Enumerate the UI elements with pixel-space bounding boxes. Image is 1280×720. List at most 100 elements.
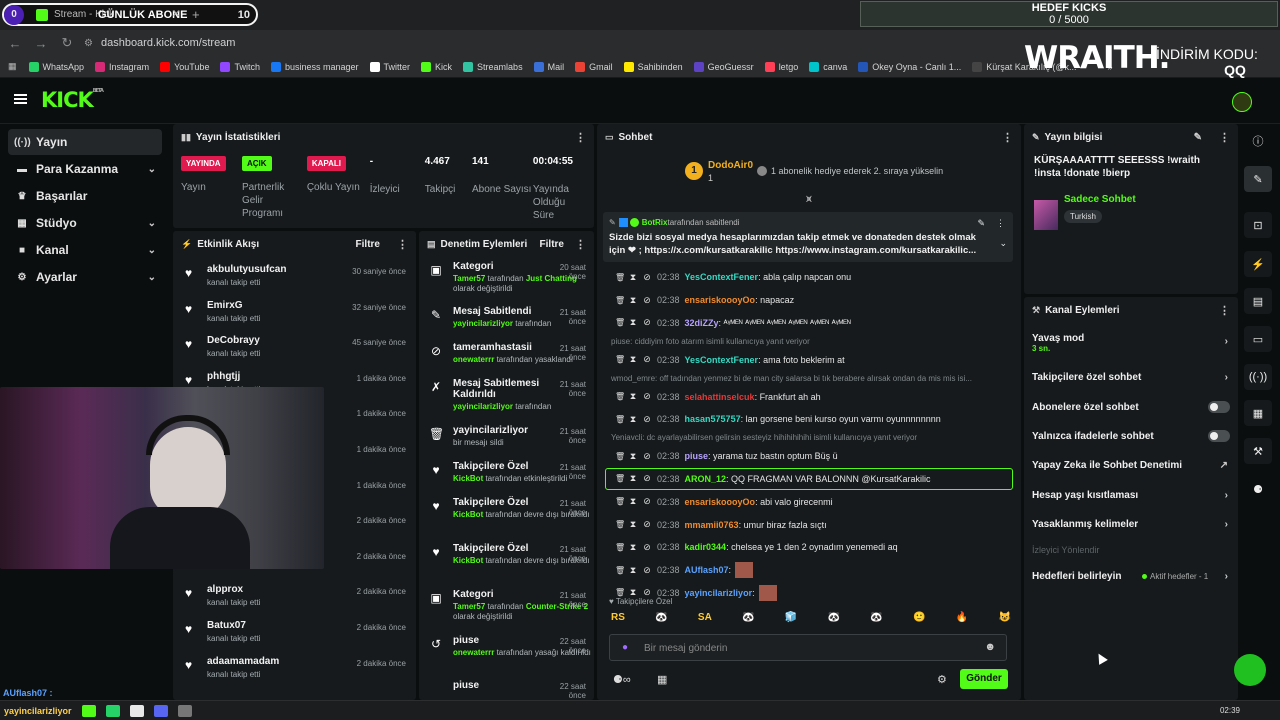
ban-icon[interactable]: ⊘ bbox=[643, 272, 651, 283]
back-icon[interactable]: ← bbox=[4, 36, 26, 51]
stats-menu-icon[interactable]: ⋮ bbox=[575, 131, 586, 144]
timeout-icon[interactable]: ⧗ bbox=[629, 295, 637, 306]
whatsapp-task-icon[interactable] bbox=[105, 704, 120, 717]
site-info-icon[interactable]: ⚙ bbox=[84, 38, 93, 49]
emote-icon[interactable]: RS bbox=[611, 612, 625, 628]
chat-username[interactable]: ensariskoooyOo bbox=[685, 295, 756, 305]
broadcast-icon[interactable]: ((·)) bbox=[1244, 364, 1272, 390]
delete-icon[interactable]: 🗑 bbox=[615, 273, 625, 282]
moderator-name[interactable]: KickBot bbox=[453, 474, 483, 483]
ban-icon[interactable]: ⊘ bbox=[643, 295, 651, 306]
ban-icon[interactable]: ⊘ bbox=[643, 317, 651, 328]
unpin-icon[interactable]: ✎ bbox=[977, 218, 985, 229]
url-field[interactable]: dashboard.kick.com/stream bbox=[101, 37, 236, 49]
moderator-name[interactable]: Tamer57 bbox=[453, 602, 485, 611]
bookmark-item[interactable]: Mail bbox=[533, 61, 564, 72]
edit-icon[interactable]: ✎ bbox=[1194, 132, 1202, 143]
chat-menu-icon[interactable]: ⋮ bbox=[1002, 131, 1013, 144]
chat-username[interactable]: 32diZZy bbox=[685, 318, 719, 328]
moderator-name[interactable]: onewaterrr bbox=[453, 648, 494, 657]
expand-icon[interactable]: ⌄ bbox=[999, 238, 1007, 249]
tab-close-icon[interactable]: ✕ bbox=[172, 9, 180, 20]
layout-icon[interactable]: ⊡ bbox=[1244, 212, 1272, 238]
toggle-switch[interactable] bbox=[1208, 401, 1230, 414]
timeout-icon[interactable]: ⧗ bbox=[629, 519, 637, 530]
ban-icon[interactable]: ⊘ bbox=[643, 542, 651, 553]
delete-icon[interactable]: 🗑 bbox=[615, 415, 625, 424]
delete-icon[interactable]: 🗑 bbox=[615, 543, 625, 552]
pinned-text-2[interactable]: için ❤ ; https://x.com/kursatkarakilic h… bbox=[609, 245, 981, 256]
delete-icon[interactable]: 🗑 bbox=[615, 392, 625, 401]
stats-rail-icon[interactable]: ▦ bbox=[1244, 400, 1272, 426]
delete-icon[interactable]: 🗑 bbox=[615, 497, 625, 506]
pinned-by-user[interactable]: BotRix bbox=[642, 218, 668, 227]
sidebar-item-1[interactable]: ((·)) Yayın bbox=[8, 129, 162, 155]
ban-icon[interactable]: ⊘ bbox=[643, 473, 651, 484]
emote-icon[interactable]: SA bbox=[698, 612, 712, 628]
kick-logo[interactable]: KICKBETA bbox=[41, 88, 104, 112]
pinned-message[interactable]: ✎ BotRix tarafından sabitlendi Sizde biz… bbox=[603, 212, 1013, 262]
bookmark-item[interactable]: Gmail bbox=[575, 61, 613, 72]
edit-layout-icon[interactable]: ✎ bbox=[1244, 166, 1272, 192]
emote-icon[interactable]: 😺 bbox=[999, 612, 1011, 628]
timeout-icon[interactable]: ⧗ bbox=[629, 354, 637, 365]
ban-icon[interactable]: ⊘ bbox=[643, 414, 651, 425]
chat-rail-icon[interactable]: ▭ bbox=[1244, 326, 1272, 352]
emote-icon[interactable]: 🔥 bbox=[956, 612, 968, 628]
delete-icon[interactable]: 🗑 bbox=[615, 355, 625, 364]
moderation-menu-icon[interactable]: ⋮ bbox=[575, 238, 586, 251]
timeout-icon[interactable]: ⧗ bbox=[629, 451, 637, 462]
forward-icon[interactable]: → bbox=[30, 36, 52, 51]
timeout-icon[interactable]: ⧗ bbox=[629, 414, 637, 425]
chat-username[interactable]: yayincilarizliyor bbox=[685, 588, 753, 598]
moderator-name[interactable]: Tamer57 bbox=[453, 274, 485, 283]
moderator-name[interactable]: KickBot bbox=[453, 556, 483, 565]
chat-username[interactable]: selahattinselcuk bbox=[685, 392, 755, 402]
ban-icon[interactable]: ⊘ bbox=[643, 354, 651, 365]
new-tab-icon[interactable]: + bbox=[192, 7, 200, 22]
channel-action-item[interactable]: Yapay Zeka ile Sohbet Denetimi ↗ bbox=[1024, 451, 1238, 480]
channel-actions-menu-icon[interactable]: ⋮ bbox=[1219, 304, 1230, 317]
bookmark-item[interactable]: Twitch bbox=[220, 61, 260, 72]
chrome-task-icon[interactable] bbox=[129, 704, 144, 717]
channel-action-item[interactable]: Yalnızca ifadelerle sohbet bbox=[1024, 422, 1238, 451]
chat-username[interactable]: piuse bbox=[685, 451, 709, 461]
activity-menu-icon[interactable]: ⋮ bbox=[397, 238, 408, 251]
bookmark-item[interactable]: Okey Oyna - Canlı 1... bbox=[858, 61, 961, 72]
timeout-icon[interactable]: ⧗ bbox=[629, 496, 637, 507]
slow-mode-item[interactable]: Yavaş mod 3 sn. › bbox=[1024, 323, 1238, 363]
reload-icon[interactable]: ↻ bbox=[56, 35, 78, 51]
channel-action-item[interactable]: Hesap yaşı kısıtlaması › bbox=[1024, 481, 1238, 510]
moderator-name[interactable]: onewaterrr bbox=[453, 355, 494, 364]
bookmark-item[interactable]: letgo bbox=[764, 61, 798, 72]
browser-tab[interactable]: 0 Stream - Kick GÜNLÜK ABONE ✕ + 10 bbox=[2, 3, 258, 26]
delete-icon[interactable]: 🗑 bbox=[615, 452, 625, 461]
chat-username[interactable]: AUflash07 bbox=[685, 565, 729, 575]
chat-settings-icon[interactable]: ⚙ bbox=[937, 673, 947, 686]
info-icon[interactable]: ⓘ bbox=[1244, 128, 1272, 154]
timeout-icon[interactable]: ⧗ bbox=[629, 565, 637, 576]
bookmark-item[interactable]: WhatsApp bbox=[28, 61, 84, 72]
ban-icon[interactable]: ⊘ bbox=[643, 519, 651, 530]
menu-icon[interactable] bbox=[14, 94, 27, 104]
more-icon[interactable]: ⚈ bbox=[1244, 476, 1272, 502]
delete-icon[interactable]: 🗑 bbox=[615, 566, 625, 575]
points-icon[interactable]: ⚈∞ bbox=[613, 673, 631, 686]
sidebar-item-4[interactable]: ▦ Stüdyo ⌄ bbox=[8, 210, 162, 236]
timeout-icon[interactable]: ⧗ bbox=[629, 391, 637, 402]
tools-icon[interactable]: ⚒ bbox=[1244, 438, 1272, 464]
set-goals-item[interactable]: Hedefleri belirleyin Aktif hedefler - 1 … bbox=[1024, 561, 1238, 590]
category-link[interactable]: Sadece Sohbet bbox=[1064, 194, 1136, 205]
top-gifter-name[interactable]: DodoAir0 bbox=[708, 160, 753, 171]
timeout-icon[interactable]: ⧗ bbox=[629, 317, 637, 328]
discord-task-icon[interactable] bbox=[153, 704, 168, 717]
moderation-filter-button[interactable]: Filtre bbox=[540, 239, 564, 250]
mic-icon[interactable]: ● bbox=[622, 642, 628, 653]
send-button[interactable]: Gönder bbox=[960, 669, 1008, 689]
delete-icon[interactable]: 🗑 bbox=[615, 318, 625, 327]
chat-username[interactable]: ARON_12 bbox=[685, 474, 727, 484]
sidebar-item-3[interactable]: ♛ Başarılar bbox=[8, 183, 162, 209]
moderator-name[interactable]: yayincilarizliyor bbox=[453, 402, 513, 411]
chat-username[interactable]: YesContextFener bbox=[685, 355, 759, 365]
bookmark-item[interactable]: GeoGuessr bbox=[693, 61, 754, 72]
